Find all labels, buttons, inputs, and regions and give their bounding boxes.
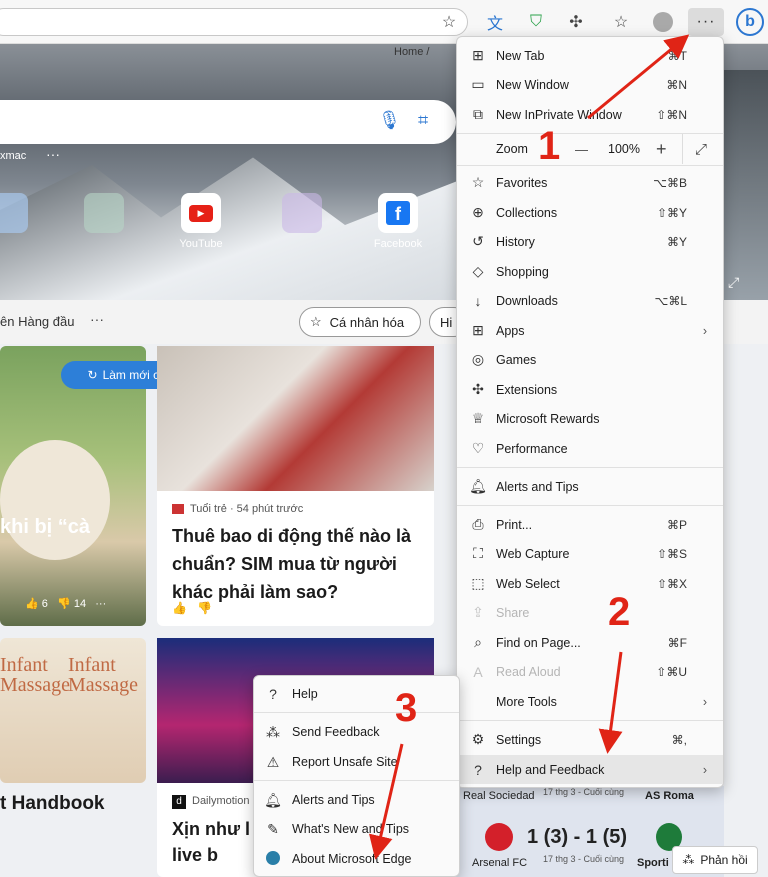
step-number-2: 2 [608, 590, 631, 634]
annotation-arrows [369, 34, 690, 860]
arrow-1 [587, 34, 690, 120]
arrow-3 [369, 743, 404, 860]
arrow-2 [598, 651, 623, 754]
step-number-3: 3 [395, 686, 418, 730]
step-number-1: 1 [538, 124, 561, 168]
